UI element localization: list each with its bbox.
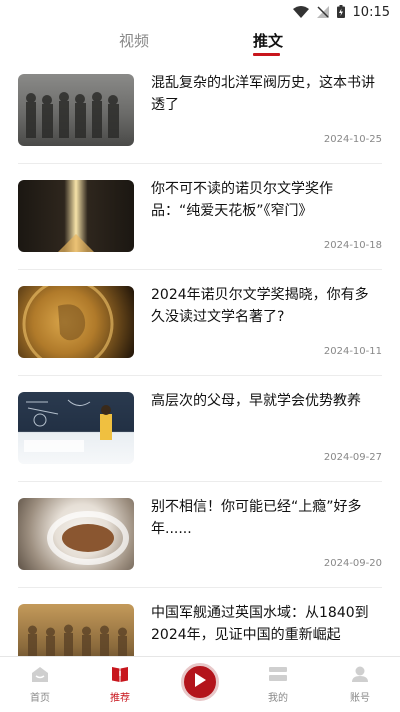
nav-recommend-label: 推荐	[110, 693, 130, 704]
user-icon	[351, 666, 369, 687]
article-title: 2024年诺贝尔文学奖揭晓，你有多久没读过文学名著了?	[151, 287, 369, 325]
list-item[interactable]: 混乱复杂的北洋军阀历史，这本书讲透了 2024-10-25	[18, 58, 382, 164]
article-thumbnail	[18, 392, 134, 464]
article-title: 你不可不读的诺贝尔文学奖作品：“纯爱天花板”《窄门》	[151, 181, 333, 219]
list-item[interactable]: 你不可不读的诺贝尔文学奖作品：“纯爱天花板”《窄门》 2024-10-18	[18, 164, 382, 270]
top-tabs: 视频 推文	[0, 24, 400, 58]
battery-icon	[336, 3, 345, 22]
article-date: 2024-09-20	[323, 558, 382, 569]
wifi-icon	[292, 3, 309, 22]
nav-home-label: 首页	[30, 693, 50, 704]
article-title: 高层次的父母，早就学会优势教养	[151, 393, 361, 409]
nav-account[interactable]: 账号	[340, 665, 380, 704]
nav-recommend[interactable]: 推荐	[100, 665, 140, 704]
book-icon	[111, 667, 129, 687]
list-item[interactable]: 别不相信！你可能已经“上瘾”好多年...... 2024-09-20	[18, 482, 382, 588]
tab-video[interactable]: 视频	[119, 30, 149, 51]
article-thumbnail	[18, 74, 134, 146]
play-icon	[193, 672, 207, 692]
article-date: 2024-10-25	[323, 134, 382, 145]
play-button[interactable]	[181, 663, 219, 701]
active-tab-indicator	[253, 53, 280, 56]
nav-mine-label: 我的	[268, 693, 288, 704]
status-time: 10:15	[352, 4, 390, 20]
article-title: 别不相信！你可能已经“上瘾”好多年......	[151, 499, 362, 537]
article-thumbnail	[18, 286, 134, 358]
no-signal-icon	[316, 3, 329, 22]
article-date: 2024-10-11	[323, 346, 382, 357]
list-item[interactable]: 2024年诺贝尔文学奖揭晓，你有多久没读过文学名著了? 2024-10-11	[18, 270, 382, 376]
article-thumbnail	[18, 180, 134, 252]
home-icon	[31, 667, 49, 687]
article-date: 2024-10-18	[323, 240, 382, 251]
nav-account-label: 账号	[350, 693, 370, 704]
article-title: 中国军舰通过英国水域：从1840到2024年，见证中国的重新崛起	[151, 605, 369, 643]
article-thumbnail	[18, 498, 134, 570]
list-item[interactable]: 高层次的父母，早就学会优势教养 2024-09-27	[18, 376, 382, 482]
status-bar: 10:15	[0, 0, 400, 24]
article-title: 混乱复杂的北洋军阀历史，这本书讲透了	[151, 75, 375, 113]
article-list: 混乱复杂的北洋军阀历史，这本书讲透了 2024-10-25 你不可不读的诺贝尔文…	[18, 58, 382, 694]
nav-home[interactable]: 首页	[20, 665, 60, 704]
nav-mine[interactable]: 我的	[258, 665, 298, 704]
bottom-nav: 首页 推荐 我的 账号	[0, 656, 400, 712]
tab-articles[interactable]: 推文	[253, 30, 283, 51]
bookshelf-icon	[268, 667, 288, 687]
article-date: 2024-09-27	[323, 452, 382, 463]
